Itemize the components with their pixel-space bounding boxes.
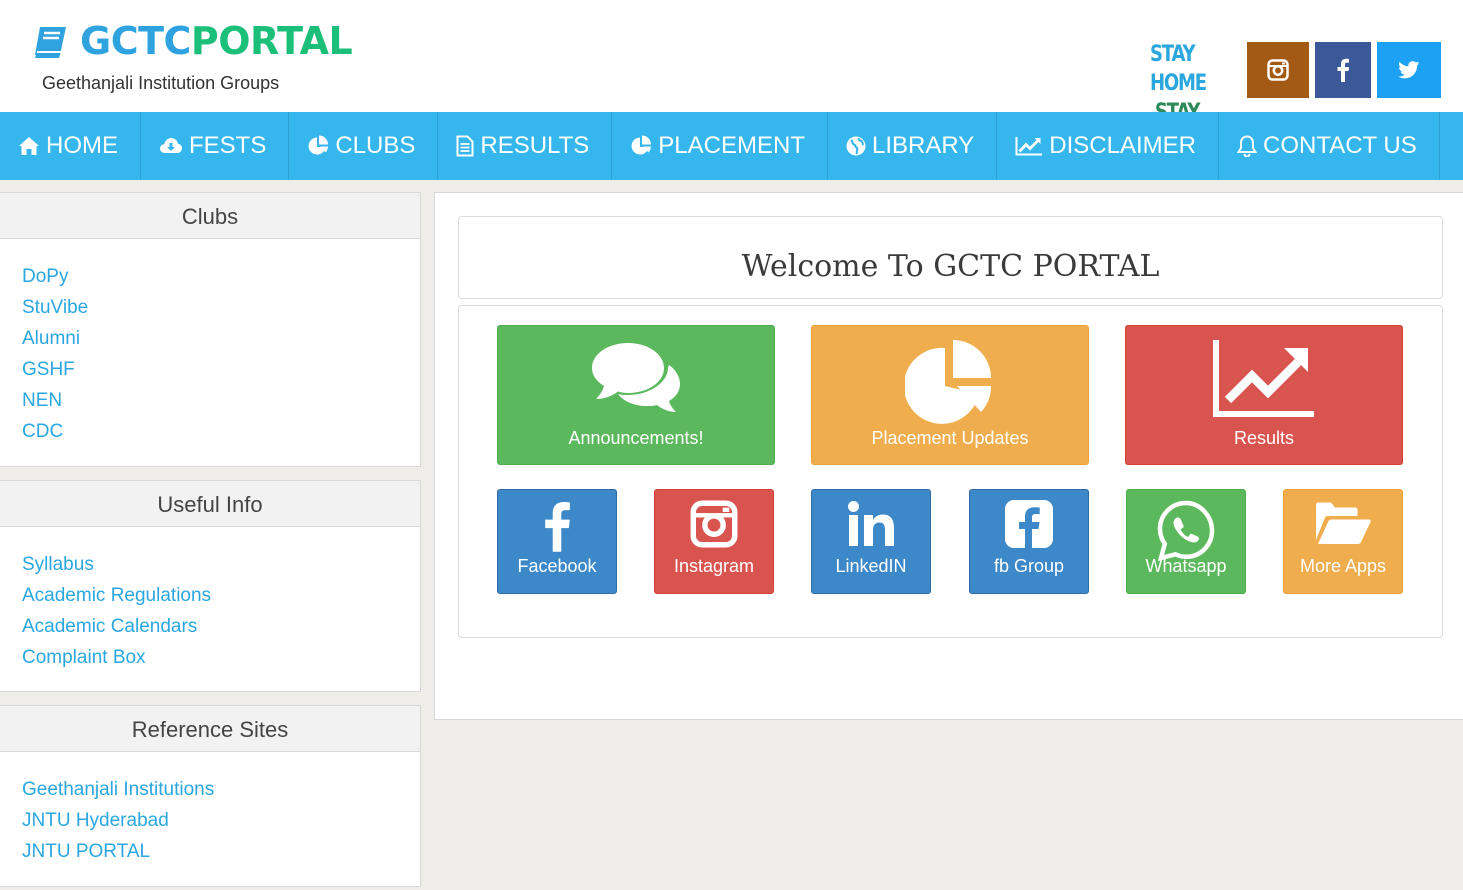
nav-clubs[interactable]: CLUBS bbox=[289, 112, 439, 180]
instagram-label: Instagram bbox=[673, 556, 755, 576]
facebook-tile[interactable]: Facebook bbox=[497, 489, 617, 594]
pie-chart-icon bbox=[905, 340, 992, 424]
twitter-icon bbox=[1398, 61, 1420, 79]
linkedin-icon bbox=[848, 501, 894, 546]
stay-home-badge: STAY HOME STAY SAFE bbox=[1150, 42, 1207, 154]
useful-link-academic-regulations[interactable]: Academic Regulations bbox=[22, 580, 398, 611]
instagram-icon bbox=[690, 500, 738, 548]
book-icon bbox=[35, 27, 66, 58]
whatsapp-tile[interactable]: Whatsapp bbox=[1126, 489, 1246, 594]
nav-disclaimer[interactable]: DISCLAIMER bbox=[997, 112, 1219, 180]
club-link-dopy[interactable]: DoPy bbox=[22, 261, 398, 292]
pie-chart-icon bbox=[631, 135, 652, 155]
reference-link-jntu-portal[interactable]: JNTU PORTAL bbox=[22, 836, 398, 867]
more-apps-tile[interactable]: More Apps bbox=[1283, 489, 1403, 594]
nav-contact-us[interactable]: CONTACT US bbox=[1219, 112, 1440, 180]
comments-icon bbox=[592, 343, 680, 412]
twitter-header-button[interactable] bbox=[1377, 42, 1441, 98]
results-tile[interactable]: Results bbox=[1125, 325, 1403, 465]
welcome-box: Welcome To GCTC PORTAL bbox=[458, 216, 1443, 299]
announcements-label: Announcements! bbox=[568, 428, 704, 448]
club-link-cdc[interactable]: CDC bbox=[22, 416, 398, 447]
welcome-title: Welcome To GCTC PORTAL bbox=[741, 249, 1160, 284]
reference-sites-panel-title: Reference Sites bbox=[0, 706, 420, 752]
home-icon bbox=[19, 137, 39, 155]
linkedin-tile[interactable]: LinkedIN bbox=[811, 489, 931, 594]
cloud-download-icon bbox=[160, 138, 182, 153]
nav-results[interactable]: RESULTS bbox=[438, 112, 613, 180]
useful-info-panel: Useful Info Syllabus Academic Regulation… bbox=[0, 480, 421, 692]
folder-open-icon bbox=[1316, 502, 1371, 544]
useful-info-panel-title: Useful Info bbox=[0, 481, 420, 527]
announcements-tile[interactable]: Announcements! bbox=[497, 325, 775, 465]
facebook-label: Facebook bbox=[517, 556, 597, 576]
tiles-container: Announcements! Placement Updates Results… bbox=[458, 305, 1443, 638]
facebook-icon bbox=[1337, 58, 1349, 82]
instagram-icon bbox=[1267, 59, 1289, 81]
reference-link-jntu-hyderabad[interactable]: JNTU Hyderabad bbox=[22, 805, 398, 836]
instagram-header-button[interactable] bbox=[1247, 42, 1309, 98]
globe-icon bbox=[846, 136, 866, 156]
facebook-header-button[interactable] bbox=[1315, 42, 1371, 98]
instagram-tile[interactable]: Instagram bbox=[654, 489, 774, 594]
club-link-alumni[interactable]: Alumni bbox=[22, 323, 398, 354]
useful-link-syllabus[interactable]: Syllabus bbox=[22, 549, 398, 580]
whatsapp-icon bbox=[1157, 500, 1215, 562]
more-apps-label: More Apps bbox=[1299, 556, 1387, 576]
pie-chart-icon bbox=[308, 135, 329, 155]
placement-updates-tile[interactable]: Placement Updates bbox=[811, 325, 1089, 465]
reference-sites-panel: Reference Sites Geethanjali Institutions… bbox=[0, 705, 421, 887]
nav-home[interactable]: HOME bbox=[0, 112, 141, 180]
club-link-nen[interactable]: NEN bbox=[22, 385, 398, 416]
reference-link-geethanjali[interactable]: Geethanjali Institutions bbox=[22, 774, 398, 805]
file-text-icon bbox=[456, 135, 474, 157]
main-nav: HOME FESTS CLUBS RESULTS PLACEMENT LIBRA… bbox=[0, 112, 1463, 180]
nav-library[interactable]: LIBRARY bbox=[828, 112, 998, 180]
nav-fests[interactable]: FESTS bbox=[141, 112, 290, 180]
bell-icon bbox=[1236, 135, 1257, 157]
placement-updates-label: Placement Updates bbox=[871, 428, 1029, 448]
logo-text: GCTCPORTAL bbox=[80, 19, 353, 63]
useful-link-academic-calendars[interactable]: Academic Calendars bbox=[22, 611, 398, 642]
useful-link-complaint-box[interactable]: Complaint Box bbox=[22, 642, 398, 673]
facebook-square-icon bbox=[1005, 500, 1053, 548]
fb-group-label: fb Group bbox=[993, 556, 1065, 576]
site-header: GCTCPORTAL Geethanjali Institution Group… bbox=[0, 0, 1463, 154]
line-chart-icon bbox=[1213, 340, 1314, 417]
main-content: Welcome To GCTC PORTAL Announcements! Pl… bbox=[434, 192, 1463, 720]
site-logo[interactable]: GCTCPORTAL bbox=[32, 19, 353, 63]
clubs-panel-title: Clubs bbox=[0, 193, 420, 239]
facebook-icon bbox=[545, 502, 570, 552]
area-chart-icon bbox=[1015, 137, 1043, 156]
whatsapp-label: Whatsapp bbox=[1145, 556, 1227, 576]
nav-placement[interactable]: PLACEMENT bbox=[612, 112, 828, 180]
clubs-panel: Clubs DoPy StuVibe Alumni GSHF NEN CDC bbox=[0, 192, 421, 467]
club-link-gshf[interactable]: GSHF bbox=[22, 354, 398, 385]
site-tagline: Geethanjali Institution Groups bbox=[42, 73, 280, 93]
results-label: Results bbox=[1233, 428, 1295, 448]
club-link-stuvibe[interactable]: StuVibe bbox=[22, 292, 398, 323]
fb-group-tile[interactable]: fb Group bbox=[969, 489, 1089, 594]
linkedin-label: LinkedIN bbox=[835, 556, 907, 576]
